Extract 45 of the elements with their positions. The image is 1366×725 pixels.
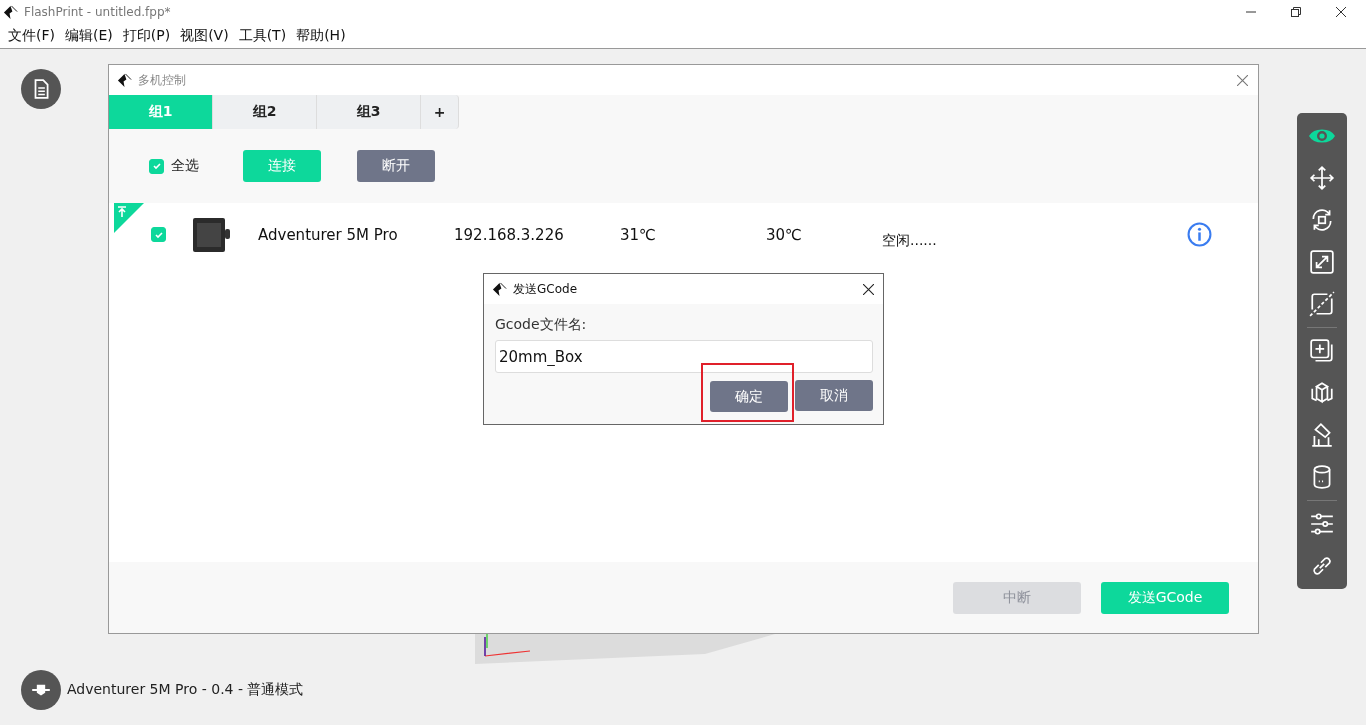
- scale-tool-icon[interactable]: [1309, 249, 1335, 275]
- menu-item[interactable]: 视图(V): [176, 27, 233, 45]
- ok-button[interactable]: 确定: [710, 381, 788, 412]
- support-tool-icon[interactable]: [1309, 422, 1335, 448]
- split-tool-icon[interactable]: [1309, 380, 1335, 406]
- printer-name: Adventurer 5M Pro: [258, 225, 399, 244]
- group-tab[interactable]: 组2: [213, 95, 317, 129]
- check-icon: [151, 161, 162, 171]
- group-tab[interactable]: 组3: [317, 95, 421, 129]
- printer-status-text: Adventurer 5M Pro - 0.4 - 普通模式: [67, 681, 304, 699]
- settings-tool-icon[interactable]: [1309, 511, 1335, 537]
- ip-address: 192.168.3.226: [454, 225, 565, 244]
- restore-icon[interactable]: [1291, 7, 1301, 17]
- menu-item[interactable]: 帮助(H): [292, 27, 350, 45]
- dialog-title: 多机控制: [138, 71, 186, 89]
- menu-item[interactable]: 工具(T): [234, 27, 291, 45]
- disconnect-button[interactable]: 断开: [357, 150, 435, 182]
- checkbox[interactable]: [151, 227, 166, 242]
- cut-tool-icon[interactable]: [1309, 291, 1335, 317]
- menu-item[interactable]: 编辑(E): [61, 27, 117, 45]
- close-icon[interactable]: [863, 283, 874, 295]
- dialog-title: 发送GCode: [513, 280, 578, 298]
- window-title: FlashPrint - untitled.fpp*: [24, 5, 171, 19]
- file-name-label: Gcode文件名:: [495, 316, 588, 334]
- app-logo-icon: [117, 72, 132, 88]
- cancel-button[interactable]: 取消: [795, 380, 873, 411]
- app-logo-icon: [492, 281, 507, 297]
- plug-button[interactable]: [21, 670, 61, 710]
- move-tool-icon[interactable]: [1309, 165, 1335, 191]
- printer-drawing: [192, 216, 232, 253]
- document-button[interactable]: [21, 69, 61, 109]
- menu-item[interactable]: 打印(P): [118, 27, 175, 45]
- info-icon[interactable]: [1187, 222, 1212, 247]
- close-icon[interactable]: [1336, 7, 1346, 17]
- select-all-label: 全选: [171, 157, 199, 175]
- check-icon: [153, 229, 164, 240]
- bed-temperature: 30℃: [766, 225, 803, 244]
- checkbox[interactable]: [149, 158, 164, 174]
- group-tab[interactable]: +: [421, 95, 459, 129]
- menu-item[interactable]: 文件(F): [4, 27, 59, 45]
- nozzle-temperature: 31℃: [620, 225, 657, 244]
- file-name-field[interactable]: 20mm_Box: [495, 340, 873, 373]
- printer-status: 空闲......: [882, 230, 937, 250]
- add-tool-icon[interactable]: [1309, 338, 1335, 364]
- app-logo-icon: [3, 4, 18, 20]
